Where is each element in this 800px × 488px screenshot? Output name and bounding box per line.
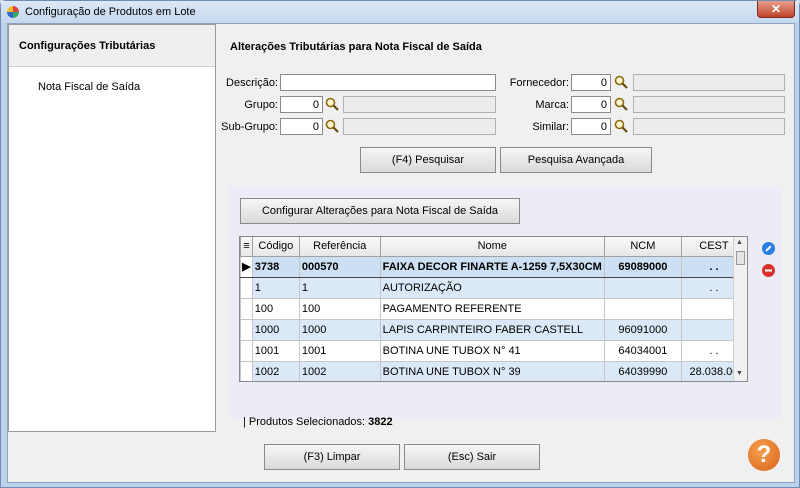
marca-label: Marca: (535, 99, 569, 111)
title-bar: Configuração de Produtos em Lote ✕ (1, 1, 799, 23)
marca-search-icon[interactable] (614, 97, 628, 111)
search-button[interactable]: (F4) Pesquisar (360, 147, 496, 173)
row-indicator (240, 360, 253, 381)
column-header-ncm[interactable]: NCM (603, 237, 682, 257)
table-row[interactable]: 1002 1002 BOTINA UNE TUBOX N° 39 6403999… (240, 360, 747, 381)
cell-codigo: 1001 (251, 339, 300, 362)
client-area: Configurações Tributárias Nota Fiscal de… (7, 23, 795, 483)
sidebar: Configurações Tributárias Nota Fiscal de… (8, 24, 216, 432)
cell-referencia: 1001 (298, 339, 381, 362)
cell-nome: AUTORIZAÇÃO (379, 276, 605, 299)
grupo-name-field (343, 96, 496, 113)
scroll-thumb[interactable] (736, 251, 745, 265)
grupo-search-icon[interactable] (325, 97, 339, 111)
column-header-nome[interactable]: Nome (379, 237, 605, 257)
cell-referencia: 1002 (298, 360, 381, 381)
table-row[interactable]: 1 1 AUTORIZAÇÃO . . (240, 276, 747, 299)
cell-referencia: 000570 (298, 255, 381, 278)
main-window: Configuração de Produtos em Lote ✕ Confi… (0, 0, 800, 488)
similar-name-field (633, 118, 785, 135)
window-title: Configuração de Produtos em Lote (25, 6, 196, 18)
column-header-codigo[interactable]: Código (251, 237, 300, 257)
column-selector-header[interactable]: ≡ (240, 237, 253, 257)
cell-nome: BOTINA UNE TUBOX N° 39 (379, 360, 605, 381)
cell-nome: PAGAMENTO REFERENTE (379, 297, 605, 320)
cell-referencia: 1000 (298, 318, 381, 341)
fornecedor-search-icon[interactable] (614, 75, 628, 89)
products-table: ≡ Código Referência Nome NCM CEST ▶ 3738 (240, 237, 747, 381)
fornecedor-name-field (633, 74, 785, 91)
similar-code-input[interactable] (571, 118, 611, 135)
help-icon[interactable]: ? (748, 439, 780, 471)
section-title: Alterações Tributárias para Nota Fiscal … (230, 41, 482, 53)
fornecedor-code-input[interactable] (571, 74, 611, 91)
scroll-up-arrow-icon[interactable]: ▲ (736, 239, 743, 246)
clear-button[interactable]: (F3) Limpar (264, 444, 400, 470)
cell-referencia: 1 (298, 276, 381, 299)
cell-codigo: 100 (251, 297, 300, 320)
table-row[interactable]: 1000 1000 LAPIS CARPINTEIRO FABER CASTEL… (240, 318, 747, 341)
close-button[interactable]: ✕ (757, 1, 795, 18)
row-indicator (240, 297, 253, 320)
cell-codigo: 1 (251, 276, 300, 299)
row-indicator (240, 276, 253, 299)
cell-codigo: 3738 (251, 255, 300, 278)
grupo-code-input[interactable] (280, 96, 323, 113)
grid-vertical-scrollbar[interactable]: ▲ ▼ (733, 237, 747, 381)
app-icon (7, 6, 19, 18)
cell-ncm (603, 276, 682, 299)
descricao-label: Descrição: (226, 77, 278, 89)
table-row[interactable]: 100 100 PAGAMENTO REFERENTE (240, 297, 747, 320)
cell-codigo: 1000 (251, 318, 300, 341)
cell-codigo: 1002 (251, 360, 300, 381)
remove-icon[interactable] (762, 264, 775, 277)
advanced-search-button[interactable]: Pesquisa Avançada (500, 147, 652, 173)
cell-ncm: 69089000 (603, 255, 682, 278)
edit-icon[interactable] (762, 242, 775, 255)
similar-label: Similar: (532, 121, 569, 133)
row-indicator (240, 318, 253, 341)
row-indicator (240, 339, 253, 362)
selected-products-counter: | Produtos Selecionados: 3822 (243, 416, 393, 428)
sidebar-item-nota-fiscal-saida[interactable]: Nota Fiscal de Saída (38, 81, 140, 93)
cell-ncm: 64039990 (603, 360, 682, 381)
subgrupo-search-icon[interactable] (325, 119, 339, 133)
similar-search-icon[interactable] (614, 119, 628, 133)
marca-code-input[interactable] (571, 96, 611, 113)
selected-products-label: | Produtos Selecionados: (243, 416, 366, 428)
cell-nome: FAIXA DECOR FINARTE A-1259 7,5X30CM (379, 255, 605, 278)
products-grid[interactable]: ≡ Código Referência Nome NCM CEST ▶ 3738 (239, 236, 748, 382)
subgrupo-code-input[interactable] (280, 118, 323, 135)
table-header-row: ≡ Código Referência Nome NCM CEST (240, 237, 747, 257)
subgrupo-label: Sub-Grupo: (221, 121, 278, 133)
cell-referencia: 100 (298, 297, 381, 320)
sidebar-header[interactable]: Configurações Tributárias (9, 25, 215, 67)
cell-nome: LAPIS CARPINTEIRO FABER CASTELL (379, 318, 605, 341)
column-header-referencia[interactable]: Referência (298, 237, 381, 257)
cell-ncm (603, 297, 682, 320)
fornecedor-label: Fornecedor: (509, 77, 569, 89)
cell-ncm: 96091000 (603, 318, 682, 341)
subgrupo-name-field (343, 118, 496, 135)
cell-ncm: 64034001 (603, 339, 682, 362)
cell-nome: BOTINA UNE TUBOX N° 41 (379, 339, 605, 362)
table-row[interactable]: ▶ 3738 000570 FAIXA DECOR FINARTE A-1259… (240, 255, 747, 278)
marca-name-field (633, 96, 785, 113)
descricao-input[interactable] (280, 74, 496, 91)
results-panel: Configurar Alterações para Nota Fiscal d… (229, 186, 782, 428)
table-row[interactable]: 1001 1001 BOTINA UNE TUBOX N° 41 6403400… (240, 339, 747, 362)
row-indicator-icon: ▶ (240, 255, 253, 278)
selected-products-count: 3822 (368, 416, 393, 428)
configure-nf-saida-button[interactable]: Configurar Alterações para Nota Fiscal d… (240, 198, 520, 224)
exit-button[interactable]: (Esc) Sair (404, 444, 540, 470)
scroll-down-arrow-icon[interactable]: ▼ (736, 370, 743, 377)
grupo-label: Grupo: (244, 99, 278, 111)
